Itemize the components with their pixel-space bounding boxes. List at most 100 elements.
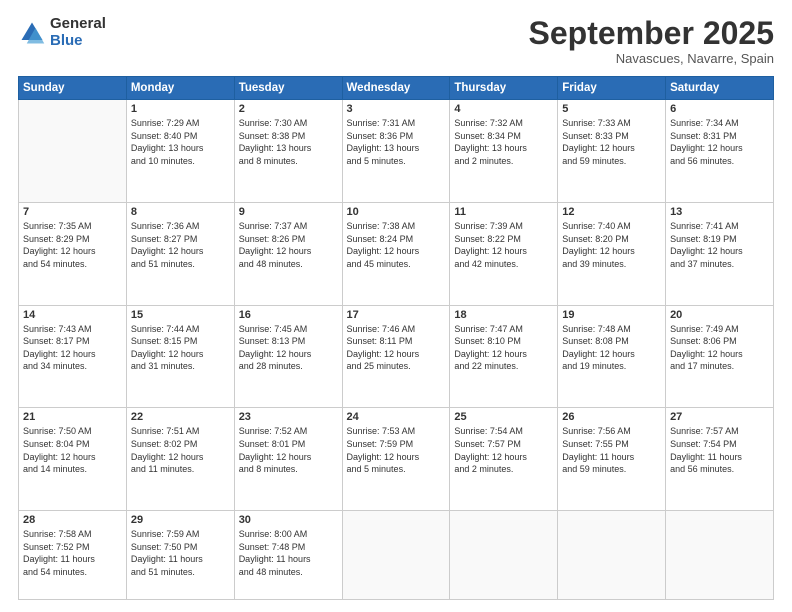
table-cell: 27 Sunrise: 7:57 AMSunset: 7:54 PMDayligh… [666, 408, 774, 511]
cell-info: Sunrise: 7:43 AMSunset: 8:17 PMDaylight:… [23, 323, 122, 373]
cell-info: Sunrise: 7:47 AMSunset: 8:10 PMDaylight:… [454, 323, 553, 373]
cell-info: Sunrise: 7:53 AMSunset: 7:59 PMDaylight:… [347, 425, 446, 475]
cell-info: Sunrise: 7:41 AMSunset: 8:19 PMDaylight:… [670, 220, 769, 270]
cell-info: Sunrise: 7:58 AMSunset: 7:52 PMDaylight:… [23, 528, 122, 578]
cell-info: Sunrise: 7:35 AMSunset: 8:29 PMDaylight:… [23, 220, 122, 270]
header-thursday: Thursday [450, 77, 558, 100]
table-cell: 15 Sunrise: 7:44 AMSunset: 8:15 PMDayligh… [126, 305, 234, 408]
table-cell [450, 511, 558, 600]
cell-info: Sunrise: 7:52 AMSunset: 8:01 PMDaylight:… [239, 425, 338, 475]
cell-info: Sunrise: 7:33 AMSunset: 8:33 PMDaylight:… [562, 117, 661, 167]
cell-info: Sunrise: 7:59 AMSunset: 7:50 PMDaylight:… [131, 528, 230, 578]
table-cell: 10 Sunrise: 7:38 AMSunset: 8:24 PMDayligh… [342, 202, 450, 305]
table-cell: 17 Sunrise: 7:46 AMSunset: 8:11 PMDayligh… [342, 305, 450, 408]
week-row-4: 21 Sunrise: 7:50 AMSunset: 8:04 PMDayligh… [19, 408, 774, 511]
week-row-5: 28Sunrise: 7:58 AMSunset: 7:52 PMDayligh… [19, 511, 774, 600]
cell-info: Sunrise: 7:45 AMSunset: 8:13 PMDaylight:… [239, 323, 338, 373]
table-cell: 4 Sunrise: 7:32 AMSunset: 8:34 PMDaylight… [450, 100, 558, 203]
table-cell: 5 Sunrise: 7:33 AMSunset: 8:33 PMDaylight… [558, 100, 666, 203]
day-number: 3 [347, 103, 446, 115]
day-number: 10 [347, 206, 446, 218]
table-cell: 9 Sunrise: 7:37 AMSunset: 8:26 PMDaylight… [234, 202, 342, 305]
day-number: 8 [131, 206, 230, 218]
header-friday: Friday [558, 77, 666, 100]
weekday-header-row: Sunday Monday Tuesday Wednesday Thursday… [19, 77, 774, 100]
cell-info: Sunrise: 7:46 AMSunset: 8:11 PMDaylight:… [347, 323, 446, 373]
day-number: 20 [670, 309, 769, 321]
table-cell: 29Sunrise: 7:59 AMSunset: 7:50 PMDayligh… [126, 511, 234, 600]
cell-info: Sunrise: 7:34 AMSunset: 8:31 PMDaylight:… [670, 117, 769, 167]
day-number: 15 [131, 309, 230, 321]
table-cell: 28Sunrise: 7:58 AMSunset: 7:52 PMDayligh… [19, 511, 127, 600]
cell-info: Sunrise: 7:38 AMSunset: 8:24 PMDaylight:… [347, 220, 446, 270]
day-number: 17 [347, 309, 446, 321]
day-number: 30 [239, 514, 338, 526]
cell-info: Sunrise: 7:36 AMSunset: 8:27 PMDaylight:… [131, 220, 230, 270]
header-monday: Monday [126, 77, 234, 100]
cell-info: Sunrise: 7:51 AMSunset: 8:02 PMDaylight:… [131, 425, 230, 475]
table-cell: 25 Sunrise: 7:54 AMSunset: 7:57 PMDayligh… [450, 408, 558, 511]
table-cell: 8 Sunrise: 7:36 AMSunset: 8:27 PMDaylight… [126, 202, 234, 305]
header-sunday: Sunday [19, 77, 127, 100]
table-cell: 21 Sunrise: 7:50 AMSunset: 8:04 PMDayligh… [19, 408, 127, 511]
cell-info: Sunrise: 7:39 AMSunset: 8:22 PMDaylight:… [454, 220, 553, 270]
logo-icon [18, 19, 46, 47]
table-cell [342, 511, 450, 600]
cell-info: Sunrise: 7:30 AMSunset: 8:38 PMDaylight:… [239, 117, 338, 167]
day-number: 27 [670, 411, 769, 423]
day-number: 11 [454, 206, 553, 218]
cell-info: Sunrise: 7:54 AMSunset: 7:57 PMDaylight:… [454, 425, 553, 475]
table-cell: 19 Sunrise: 7:48 AMSunset: 8:08 PMDayligh… [558, 305, 666, 408]
table-cell: 13 Sunrise: 7:41 AMSunset: 8:19 PMDayligh… [666, 202, 774, 305]
header-saturday: Saturday [666, 77, 774, 100]
day-number: 26 [562, 411, 661, 423]
table-cell: 1Sunrise: 7:29 AMSunset: 8:40 PMDaylight… [126, 100, 234, 203]
day-number: 12 [562, 206, 661, 218]
day-number: 5 [562, 103, 661, 115]
calendar-table: Sunday Monday Tuesday Wednesday Thursday… [18, 76, 774, 600]
cell-info: Sunrise: 7:49 AMSunset: 8:06 PMDaylight:… [670, 323, 769, 373]
week-row-3: 14 Sunrise: 7:43 AMSunset: 8:17 PMDayligh… [19, 305, 774, 408]
day-number: 24 [347, 411, 446, 423]
table-cell: 18 Sunrise: 7:47 AMSunset: 8:10 PMDayligh… [450, 305, 558, 408]
day-number: 21 [23, 411, 122, 423]
day-number: 18 [454, 309, 553, 321]
logo-general-text: General [50, 16, 106, 33]
day-number: 22 [131, 411, 230, 423]
location-subtitle: Navascues, Navarre, Spain [529, 51, 774, 66]
table-cell [666, 511, 774, 600]
table-cell [19, 100, 127, 203]
week-row-1: 1Sunrise: 7:29 AMSunset: 8:40 PMDaylight… [19, 100, 774, 203]
page: General Blue September 2025 Navascues, N… [0, 0, 792, 612]
cell-info: Sunrise: 7:56 AMSunset: 7:55 PMDaylight:… [562, 425, 661, 475]
day-number: 9 [239, 206, 338, 218]
cell-info: Sunrise: 7:50 AMSunset: 8:04 PMDaylight:… [23, 425, 122, 475]
cell-info: Sunrise: 7:37 AMSunset: 8:26 PMDaylight:… [239, 220, 338, 270]
day-number: 13 [670, 206, 769, 218]
table-cell: 12 Sunrise: 7:40 AMSunset: 8:20 PMDayligh… [558, 202, 666, 305]
logo: General Blue [18, 16, 106, 49]
table-cell: 7Sunrise: 7:35 AMSunset: 8:29 PMDaylight… [19, 202, 127, 305]
table-cell: 14 Sunrise: 7:43 AMSunset: 8:17 PMDayligh… [19, 305, 127, 408]
logo-blue-text: Blue [50, 33, 106, 50]
day-number: 19 [562, 309, 661, 321]
month-title: September 2025 [529, 16, 774, 51]
table-cell: 6Sunrise: 7:34 AMSunset: 8:31 PMDaylight… [666, 100, 774, 203]
table-cell: 3Sunrise: 7:31 AMSunset: 8:36 PMDaylight… [342, 100, 450, 203]
day-number: 4 [454, 103, 553, 115]
table-cell: 20 Sunrise: 7:49 AMSunset: 8:06 PMDayligh… [666, 305, 774, 408]
header-tuesday: Tuesday [234, 77, 342, 100]
cell-info: Sunrise: 7:32 AMSunset: 8:34 PMDaylight:… [454, 117, 553, 167]
table-cell: 30Sunrise: 8:00 AMSunset: 7:48 PMDayligh… [234, 511, 342, 600]
cell-info: Sunrise: 7:40 AMSunset: 8:20 PMDaylight:… [562, 220, 661, 270]
day-number: 23 [239, 411, 338, 423]
cell-info: Sunrise: 7:48 AMSunset: 8:08 PMDaylight:… [562, 323, 661, 373]
table-cell: 2Sunrise: 7:30 AMSunset: 8:38 PMDaylight… [234, 100, 342, 203]
cell-info: Sunrise: 7:44 AMSunset: 8:15 PMDaylight:… [131, 323, 230, 373]
day-number: 25 [454, 411, 553, 423]
day-number: 14 [23, 309, 122, 321]
title-block: September 2025 Navascues, Navarre, Spain [529, 16, 774, 66]
cell-info: Sunrise: 7:57 AMSunset: 7:54 PMDaylight:… [670, 425, 769, 475]
header-wednesday: Wednesday [342, 77, 450, 100]
table-cell: 23 Sunrise: 7:52 AMSunset: 8:01 PMDayligh… [234, 408, 342, 511]
